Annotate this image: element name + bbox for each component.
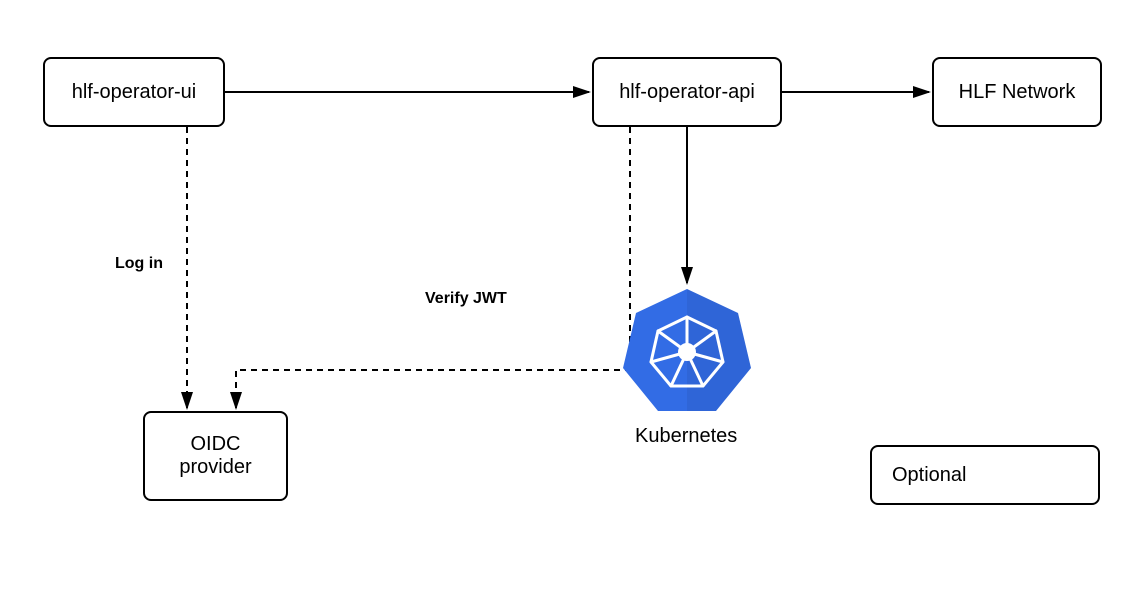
legend-optional-label: Optional — [892, 464, 967, 487]
kubernetes-caption: Kubernetes — [635, 425, 737, 448]
node-hlf-operator-api: hlf-operator-api — [592, 57, 782, 127]
node-hlf-operator-ui: hlf-operator-ui — [43, 57, 225, 127]
node-hlf-operator-api-label: hlf-operator-api — [619, 81, 755, 104]
edge-verifyjwt-label: Verify JWT — [425, 290, 507, 308]
node-kubernetes — [622, 285, 752, 415]
edge-api-to-oidc — [236, 127, 630, 408]
node-oidc-provider: OIDC provider — [143, 411, 288, 501]
node-oidc-provider-label: OIDC provider — [155, 433, 276, 479]
node-hlf-network: HLF Network — [932, 57, 1102, 127]
legend-box: Optional — [870, 445, 1100, 505]
node-hlf-network-label: HLF Network — [959, 81, 1076, 104]
edge-login-label: Log in — [115, 255, 163, 273]
kubernetes-icon — [622, 285, 752, 415]
node-hlf-operator-ui-label: hlf-operator-ui — [72, 81, 197, 104]
